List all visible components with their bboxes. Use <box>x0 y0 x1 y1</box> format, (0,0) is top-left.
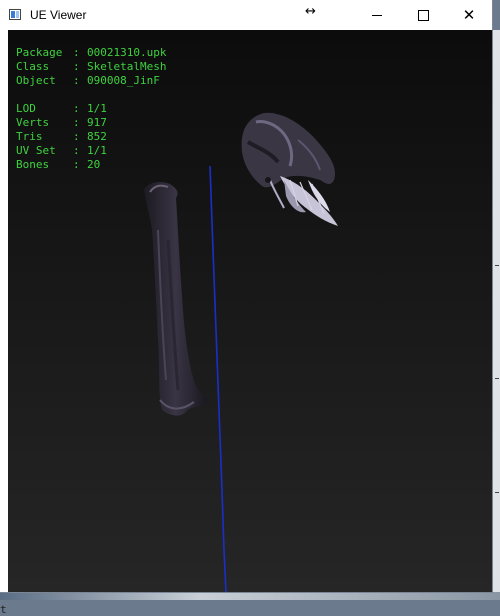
ue-viewer-window[interactable]: UE Viewer ↔ ✕ Package:00021310.upk Class… <box>0 0 492 592</box>
taskbar-edge <box>0 592 500 600</box>
resize-cursor-icon: ↔ <box>305 4 316 19</box>
scroll-tick <box>495 265 499 266</box>
3d-viewport[interactable]: Package:00021310.upk Class: SkeletalMesh … <box>8 30 492 592</box>
close-button[interactable]: ✕ <box>446 0 492 30</box>
background-right-strip <box>492 30 500 600</box>
mesh-cloth-part <box>144 182 208 416</box>
maximize-icon <box>417 9 429 21</box>
scroll-tick <box>495 378 499 379</box>
window-title: UE Viewer <box>30 8 87 22</box>
background-letter: t <box>0 603 7 616</box>
minimize-icon <box>372 14 382 16</box>
mesh-head-part <box>241 112 338 226</box>
app-icon <box>9 9 21 20</box>
minimize-button[interactable] <box>354 0 400 30</box>
maximize-button[interactable] <box>400 0 446 30</box>
skeletal-mesh-render <box>144 112 338 416</box>
title-bar[interactable]: UE Viewer ↔ ✕ <box>0 0 492 30</box>
close-icon: ✕ <box>462 5 476 24</box>
scroll-tick <box>495 492 499 493</box>
